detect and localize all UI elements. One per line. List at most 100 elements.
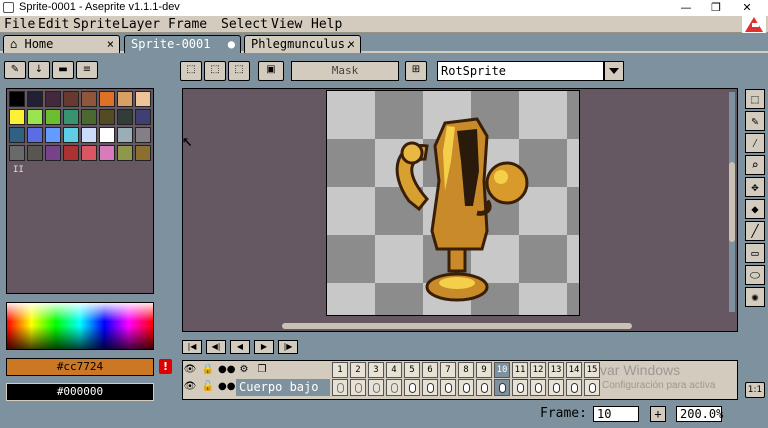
frame-header[interactable]: 7: [440, 362, 456, 378]
palette-swatch[interactable]: [117, 91, 133, 107]
frame-header[interactable]: 6: [422, 362, 438, 378]
frame-header[interactable]: 14: [566, 362, 582, 378]
selection-add-icon[interactable]: ⬚: [204, 61, 226, 81]
menu-frame[interactable]: Frame: [168, 16, 207, 33]
frame-header[interactable]: 9: [476, 362, 492, 378]
foreground-color-button[interactable]: #cc7724: [6, 358, 154, 376]
palette-resize-handle[interactable]: II: [13, 165, 24, 175]
tab-sprite-0001[interactable]: Sprite-0001 ●: [124, 35, 241, 53]
gear-icon[interactable]: ⚙: [236, 362, 252, 378]
layer-name[interactable]: Cuerpo bajo: [236, 379, 330, 396]
palette-swatch[interactable]: [99, 127, 115, 143]
frame-header[interactable]: 5: [404, 362, 420, 378]
palette-swatch[interactable]: [9, 91, 25, 107]
palette-swatch[interactable]: [63, 91, 79, 107]
palette-swatch[interactable]: [117, 127, 133, 143]
palette-swatch[interactable]: [81, 109, 97, 125]
tab-phlegmunculus[interactable]: Phlegmunculus. ×: [244, 35, 361, 53]
frame-input[interactable]: 10: [593, 406, 639, 422]
palette-swatch[interactable]: [81, 91, 97, 107]
lock-icon[interactable]: 🔒: [200, 362, 216, 378]
layer-lock-icon[interactable]: 🔓: [200, 379, 216, 395]
onion-skin-icon[interactable]: ❐: [254, 362, 270, 378]
palette-swatch[interactable]: [9, 109, 25, 125]
palette-swatch[interactable]: [27, 91, 43, 107]
palette-swatch[interactable]: [81, 127, 97, 143]
menu-edit[interactable]: Edit: [38, 16, 69, 33]
rotation-algorithm-select[interactable]: RotSprite: [437, 61, 604, 81]
folder-icon[interactable]: ▬: [52, 61, 74, 79]
palette-swatch[interactable]: [45, 127, 61, 143]
menu-select[interactable]: Select: [221, 16, 268, 33]
chevron-down-icon[interactable]: [604, 61, 624, 81]
menu-view[interactable]: View: [271, 16, 302, 33]
frame-header[interactable]: 2: [350, 362, 366, 378]
ellipse-icon[interactable]: ⬭: [745, 265, 765, 285]
cel[interactable]: [584, 379, 600, 396]
eye-icon[interactable]: 👁: [182, 362, 198, 378]
palette-swatch[interactable]: [9, 145, 25, 161]
warning-icon[interactable]: !: [159, 359, 172, 374]
vertical-scrollbar[interactable]: [729, 92, 735, 312]
eraser-color-icon[interactable]: ✎: [4, 61, 26, 79]
palette-swatch[interactable]: [45, 91, 61, 107]
close-tab-icon[interactable]: ×: [107, 36, 114, 53]
horizontal-scrollbar[interactable]: [282, 323, 632, 329]
layer-eye-icon[interactable]: 👁: [182, 379, 198, 395]
pivot-icon[interactable]: ⊞: [405, 61, 427, 81]
play-button[interactable]: ▶: [254, 340, 274, 354]
cel[interactable]: [494, 379, 510, 396]
minimize-button[interactable]: —: [672, 0, 700, 16]
cel[interactable]: [530, 379, 546, 396]
cel[interactable]: [422, 379, 438, 396]
palette-swatch[interactable]: [99, 145, 115, 161]
cel[interactable]: [386, 379, 402, 396]
first-frame-button[interactable]: |◀: [182, 340, 202, 354]
palette-swatch[interactable]: [63, 145, 79, 161]
frame-header[interactable]: 1: [332, 362, 348, 378]
pencil-icon[interactable]: ✎: [745, 111, 765, 131]
palette-swatch[interactable]: [99, 109, 115, 125]
frame-header[interactable]: 8: [458, 362, 474, 378]
cel[interactable]: [404, 379, 420, 396]
palette-swatch[interactable]: [135, 127, 151, 143]
menu-file[interactable]: File: [4, 16, 35, 33]
cel[interactable]: [458, 379, 474, 396]
fill-icon[interactable]: ◆: [745, 199, 765, 219]
menu-icon[interactable]: ≡: [76, 61, 98, 79]
transparent-color-icon[interactable]: ▣: [258, 61, 284, 81]
selection-replace-icon[interactable]: ⬚: [180, 61, 202, 81]
palette-swatch[interactable]: [117, 145, 133, 161]
onion-ratio-button[interactable]: 1:1: [745, 382, 765, 398]
previous-frame-button[interactable]: ◀|: [206, 340, 226, 354]
menu-help[interactable]: Help: [311, 16, 342, 33]
line-icon[interactable]: ╱: [745, 221, 765, 241]
color-spectrum[interactable]: [6, 302, 154, 350]
play-reverse-button[interactable]: ◀: [230, 340, 250, 354]
rectangle-icon[interactable]: ▭: [745, 243, 765, 263]
palette-swatch[interactable]: [63, 109, 79, 125]
frame-header[interactable]: 3: [368, 362, 384, 378]
cel[interactable]: [476, 379, 492, 396]
download-icon[interactable]: ↓: [28, 61, 50, 79]
cel[interactable]: [332, 379, 348, 396]
palette-swatch[interactable]: [99, 91, 115, 107]
close-tab-icon[interactable]: ×: [348, 36, 355, 53]
continuous-icon[interactable]: ●●: [218, 362, 235, 378]
frame-header[interactable]: 12: [530, 362, 546, 378]
palette-swatch[interactable]: [45, 145, 61, 161]
zoom-input[interactable]: 200.0%: [676, 406, 723, 422]
close-tab-icon[interactable]: ●: [228, 36, 235, 53]
frame-header[interactable]: 10: [494, 362, 510, 378]
menu-sprite[interactable]: Sprite: [73, 16, 120, 33]
frame-header[interactable]: 13: [548, 362, 564, 378]
frame-header[interactable]: 11: [512, 362, 528, 378]
marquee-icon[interactable]: ⬚: [745, 89, 765, 109]
background-color-button[interactable]: #000000: [6, 383, 154, 401]
cel[interactable]: [548, 379, 564, 396]
cel[interactable]: [512, 379, 528, 396]
palette-swatch[interactable]: [27, 109, 43, 125]
palette-swatch[interactable]: [27, 127, 43, 143]
layer-continuous-icon[interactable]: ●●: [218, 379, 235, 395]
add-frame-button[interactable]: +: [650, 406, 666, 422]
